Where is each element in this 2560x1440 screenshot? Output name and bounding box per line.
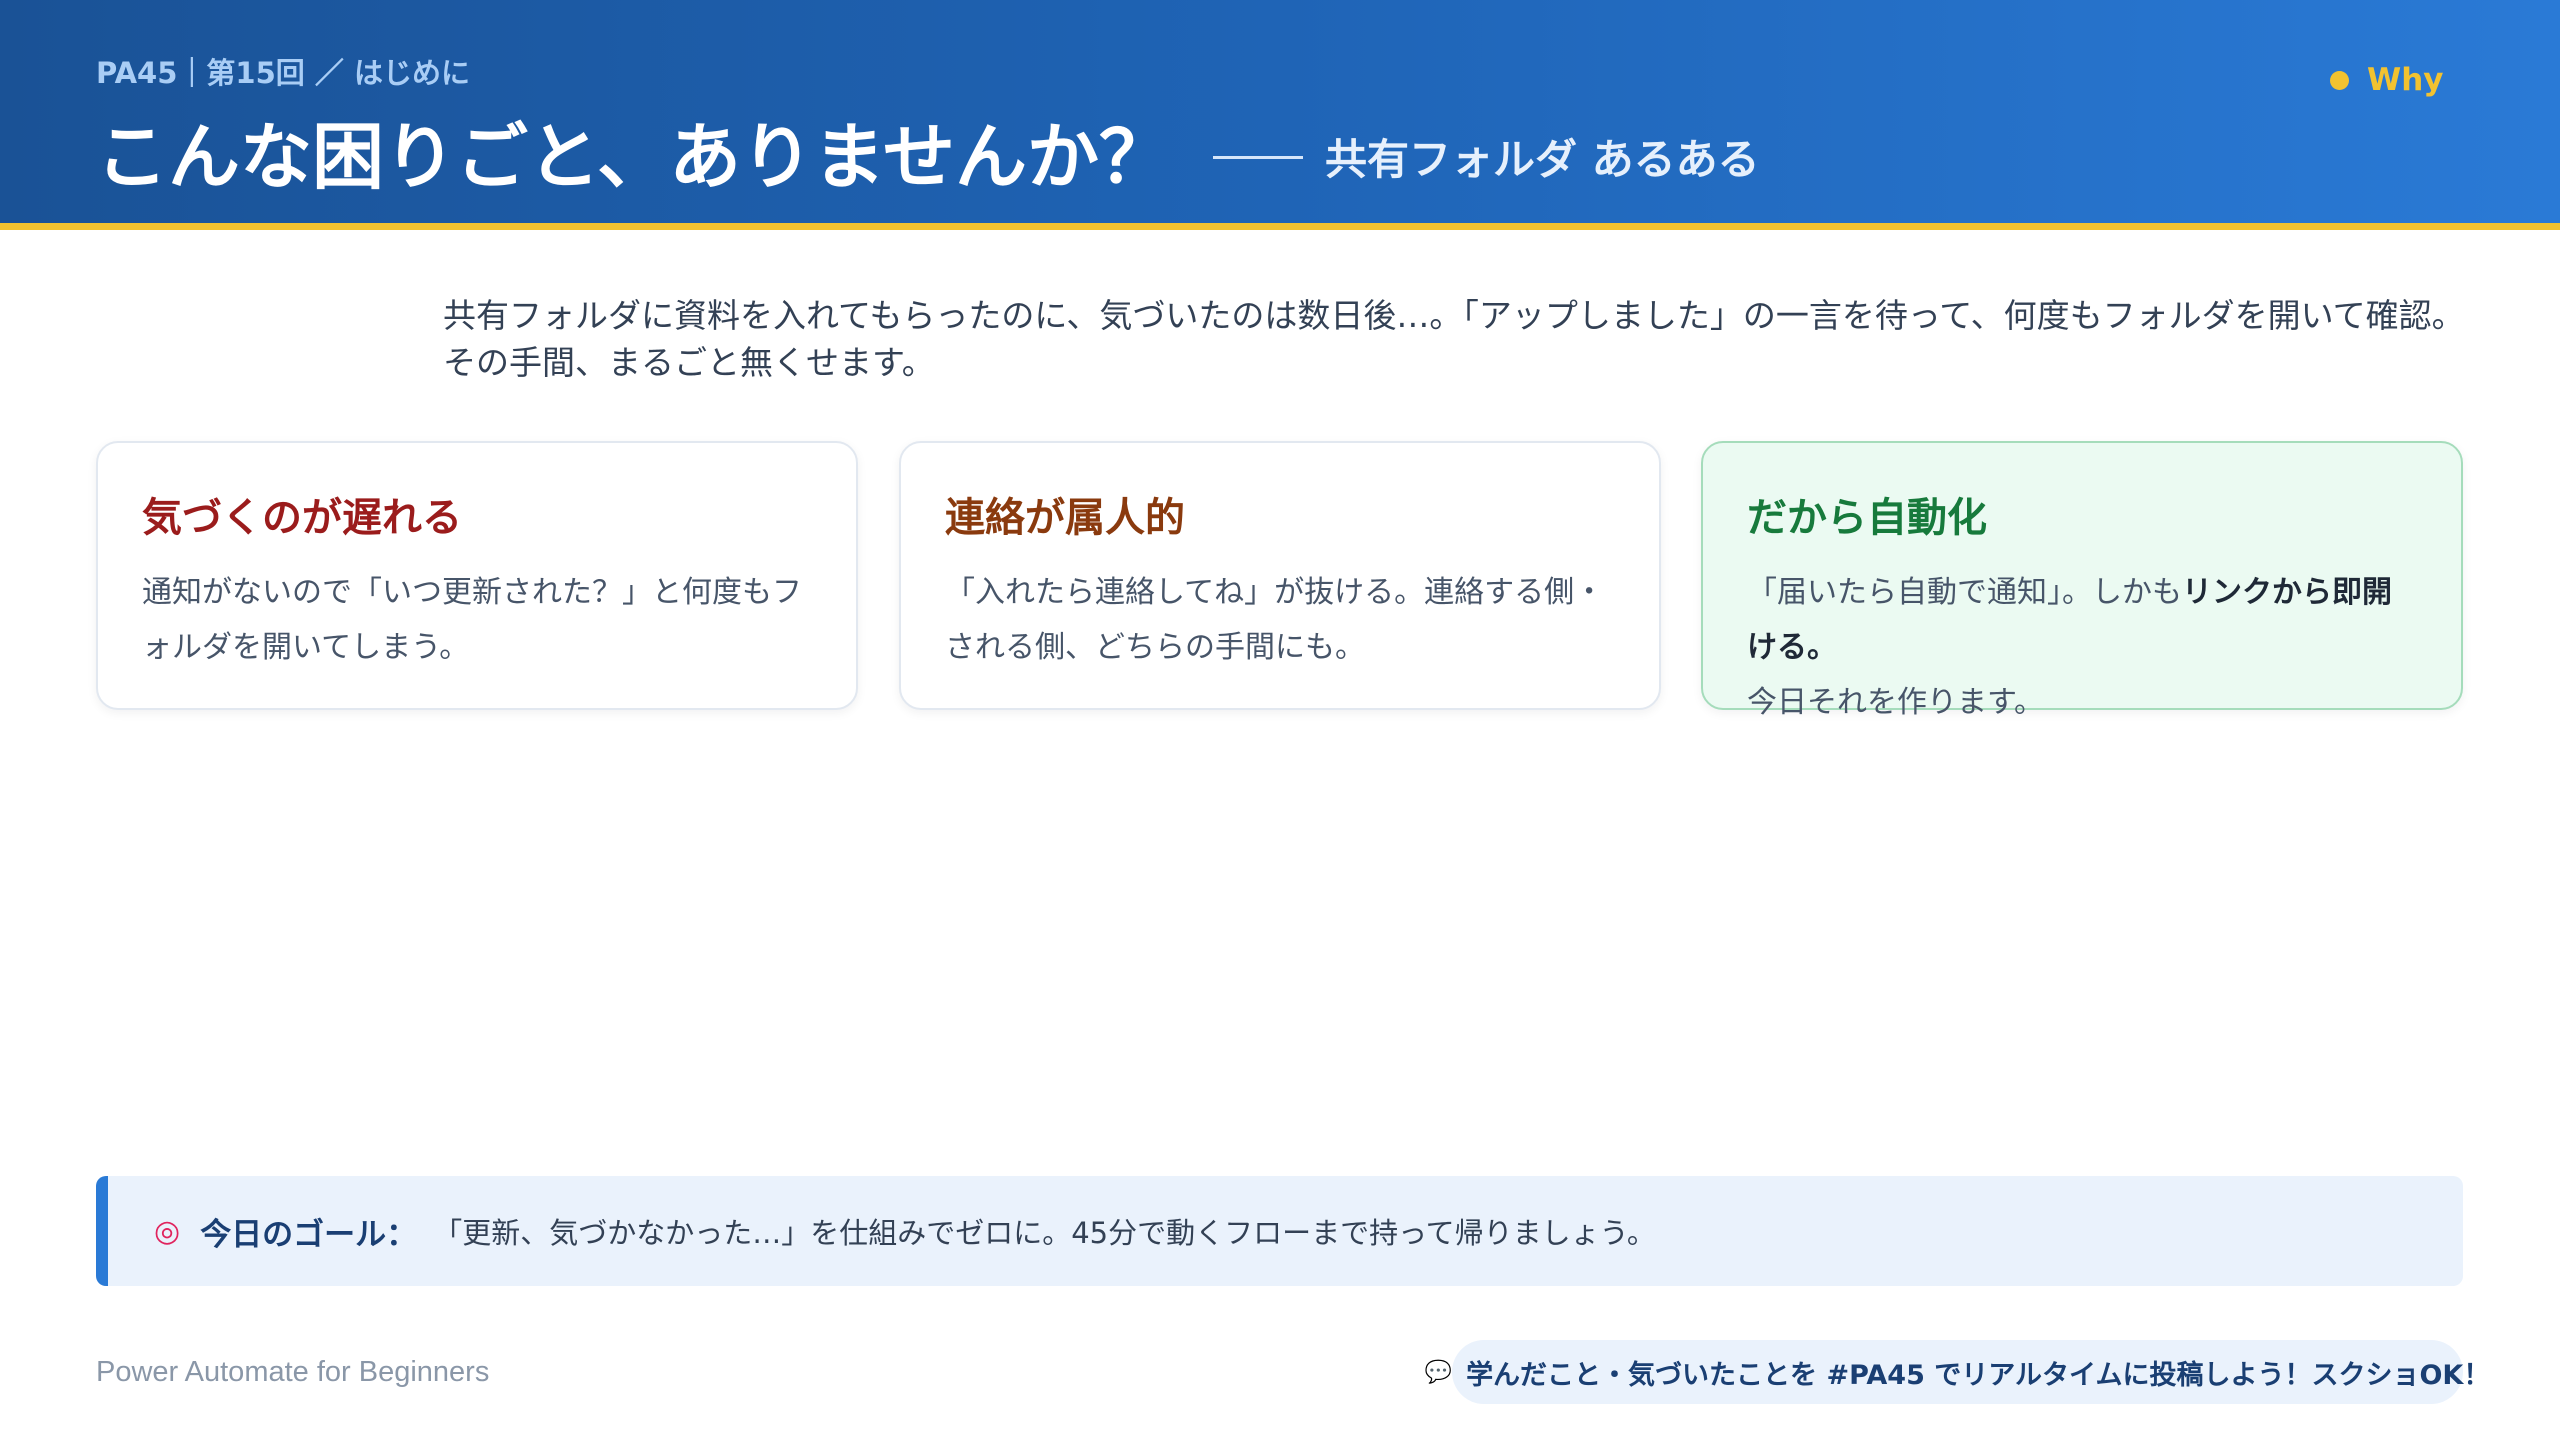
title-row: こんな困りごと、ありませんか？ 共有フォルダ あるある [96,98,1760,203]
target-icon: ◎ [154,1213,181,1249]
speech-bubble-icon: 💬 [1424,1359,1453,1385]
footer-brand: Power Automate for Beginners [96,1356,490,1388]
breadcrumb: PA45｜第15回 ／ はじめに [96,56,470,90]
hashtag-banner: 💬 学んだこと・気づいたことを #PA45 でリアルタイムに投稿しよう！スクショ… [1425,1340,2490,1404]
why-badge: Why [2330,62,2443,98]
subtitle-dash [1212,156,1303,159]
goal-label: 今日のゴール： [200,1216,418,1253]
hashtag-text: 学んだこと・気づいたことを #PA45 でリアルタイムに投稿しよう！スクショOK… [1466,1359,2491,1391]
card-body: 通知がないので「いつ更新された？」と何度もフォルダを開いてしまう。 [142,575,802,665]
why-label: Why [2367,62,2444,98]
card-body-text: 今日それを作ります。 [1747,685,2044,720]
card-body: 「入れたら連絡してね」が抜ける。連絡する側・される側、どちらの手間にも。 [945,575,1605,665]
card-body-text: 「届いたら自動で通知」。しかも [1747,575,2182,610]
card-title: 連絡が属人的 [945,495,1185,541]
slide-header: PA45｜第15回 ／ はじめに こんな困りごと、ありませんか？ 共有フォルダ … [0,0,2560,230]
card-late-notice: 気づくのが遅れる 通知がないので「いつ更新された？」と何度もフォルダを開いてしま… [96,441,858,710]
page-subtitle: 共有フォルダ あるある [1324,135,1760,184]
goal-banner: ◎ 今日のゴール： 「更新、気づかなかった…」を仕組みでゼロに。45分で動くフロ… [96,1176,2463,1286]
card-title: だから自動化 [1747,495,1987,541]
card-automation: だから自動化 「届いたら自動で通知」。しかもリンクから即開ける。 今日それを作りま… [1701,441,2463,720]
goal-text: 「更新、気づかなかった…」を仕組みでゼロに。45分で動くフローまで持って帰りまし… [433,1216,1656,1250]
dot-icon [2330,70,2349,90]
intro-text: 共有フォルダに資料を入れてもらったのに、気づいたのは数日後…。「アップしました」… [443,296,2465,382]
page-title: こんな困りごと、ありませんか？ [96,115,1171,199]
card-title: 気づくのが遅れる [142,495,462,541]
card-body: 「届いたら自動で通知」。しかもリンクから即開ける。 今日それを作ります。 [1747,565,2417,730]
card-personal-contact: 連絡が属人的 「入れたら連絡してね」が抜ける。連絡する側・される側、どちらの手間… [899,441,1661,710]
